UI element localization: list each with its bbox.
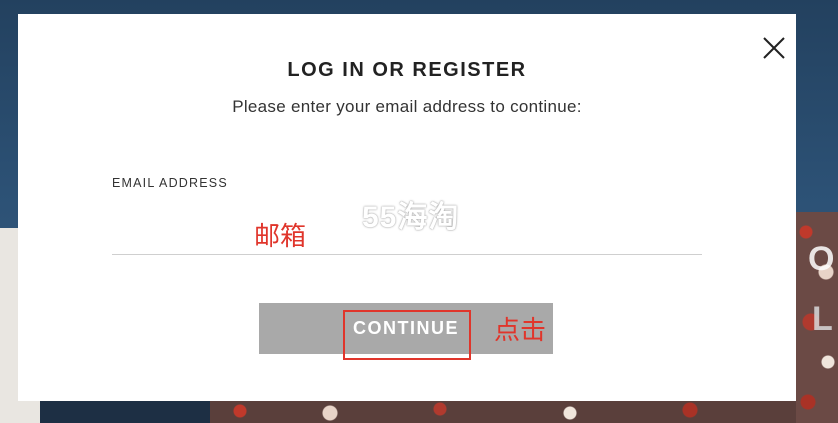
background-floral-strip bbox=[210, 401, 796, 423]
login-modal: LOG IN OR REGISTER Please enter your ema… bbox=[18, 14, 796, 401]
background-letter: O bbox=[808, 240, 835, 278]
modal-title: LOG IN OR REGISTER bbox=[287, 59, 527, 81]
background-letter: L bbox=[812, 300, 833, 338]
background-dark-strip bbox=[40, 401, 210, 423]
email-input[interactable] bbox=[112, 222, 702, 255]
close-button[interactable] bbox=[762, 36, 786, 60]
continue-button[interactable]: CONTINUE bbox=[259, 303, 553, 354]
modal-subtitle: Please enter your email address to conti… bbox=[232, 97, 582, 116]
email-label: EMAIL ADDRESS bbox=[112, 176, 228, 190]
close-icon bbox=[763, 37, 785, 59]
